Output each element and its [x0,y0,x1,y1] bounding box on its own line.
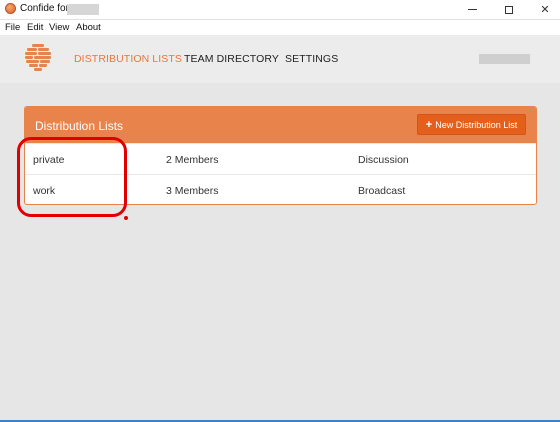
menu-bar: File Edit View About [0,20,560,35]
new-distribution-list-label: New Distribution List [435,119,518,130]
app-icon [5,3,16,14]
minimize-icon [467,9,477,10]
annotation-dot [124,216,128,220]
redacted-title-suffix [67,4,99,15]
nav-settings[interactable]: SETTINGS [285,53,338,65]
new-distribution-list-button[interactable]: + New Distribution List [417,114,526,135]
close-button[interactable]: ✕ [530,0,560,19]
panel-title: Distribution Lists [35,119,124,133]
maximize-icon [505,5,513,14]
app-header: DISTRIBUTION LISTS TEAM DIRECTORY SETTIN… [0,35,560,83]
minimize-button[interactable] [457,0,487,19]
menu-view[interactable]: View [49,22,69,33]
nav-distribution-lists[interactable]: DISTRIBUTION LISTS [74,53,182,65]
window-title: Confide for [20,3,69,14]
menu-about[interactable]: About [76,22,101,33]
plus-icon: + [425,118,433,131]
list-type: Discussion [358,154,409,166]
list-type: Broadcast [358,185,406,197]
confide-logo-icon [25,44,51,71]
close-icon: ✕ [540,4,550,16]
window-title-bar: Confide for ✕ [0,0,560,20]
menu-file[interactable]: File [5,22,20,33]
red-highlight-annotation [17,137,127,217]
list-members: 2 Members [166,154,219,166]
nav-team-directory[interactable]: TEAM DIRECTORY [184,53,279,65]
menu-edit[interactable]: Edit [27,22,43,33]
list-members: 3 Members [166,185,219,197]
redacted-user-name[interactable] [479,54,530,64]
maximize-button[interactable] [494,0,524,19]
